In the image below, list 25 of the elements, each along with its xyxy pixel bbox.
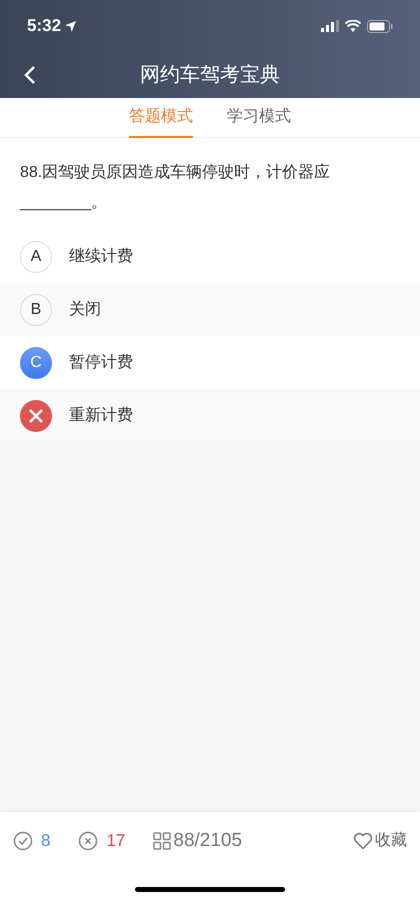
signal-icon — [321, 20, 339, 32]
location-arrow-icon — [65, 20, 76, 32]
battery-icon — [367, 20, 393, 32]
check-circle-icon — [13, 831, 33, 851]
answer-option[interactable]: C 暂停计费 — [0, 336, 420, 389]
option-text: 重新计费 — [69, 406, 133, 426]
wrong-count: 17 — [106, 830, 126, 852]
option-text: 暂停计费 — [69, 352, 133, 372]
page-title: 网约车驾考宝典 — [140, 63, 280, 88]
option-letter: C — [20, 346, 52, 378]
correct-count: 8 — [41, 830, 50, 852]
option-letter: B — [20, 294, 52, 326]
heart-icon — [353, 832, 373, 850]
option-text: 关闭 — [69, 300, 101, 320]
mode-tab[interactable]: 学习模式 — [227, 98, 291, 138]
question-text: 88.因驾驶员原因造成车辆停驶时，计价器应________。 — [20, 162, 332, 213]
option-letter: A — [20, 240, 52, 272]
wifi-icon — [345, 20, 361, 32]
grid-icon — [153, 832, 172, 850]
favorite-button[interactable]: 收藏 — [353, 829, 407, 853]
status-time: 5:32 — [27, 15, 62, 38]
answer-option[interactable]: A 继续计费 — [0, 230, 420, 283]
option-text: 继续计费 — [69, 246, 133, 266]
cross-circle-icon — [78, 831, 98, 851]
progress-button[interactable]: 88/2105 — [153, 826, 242, 856]
